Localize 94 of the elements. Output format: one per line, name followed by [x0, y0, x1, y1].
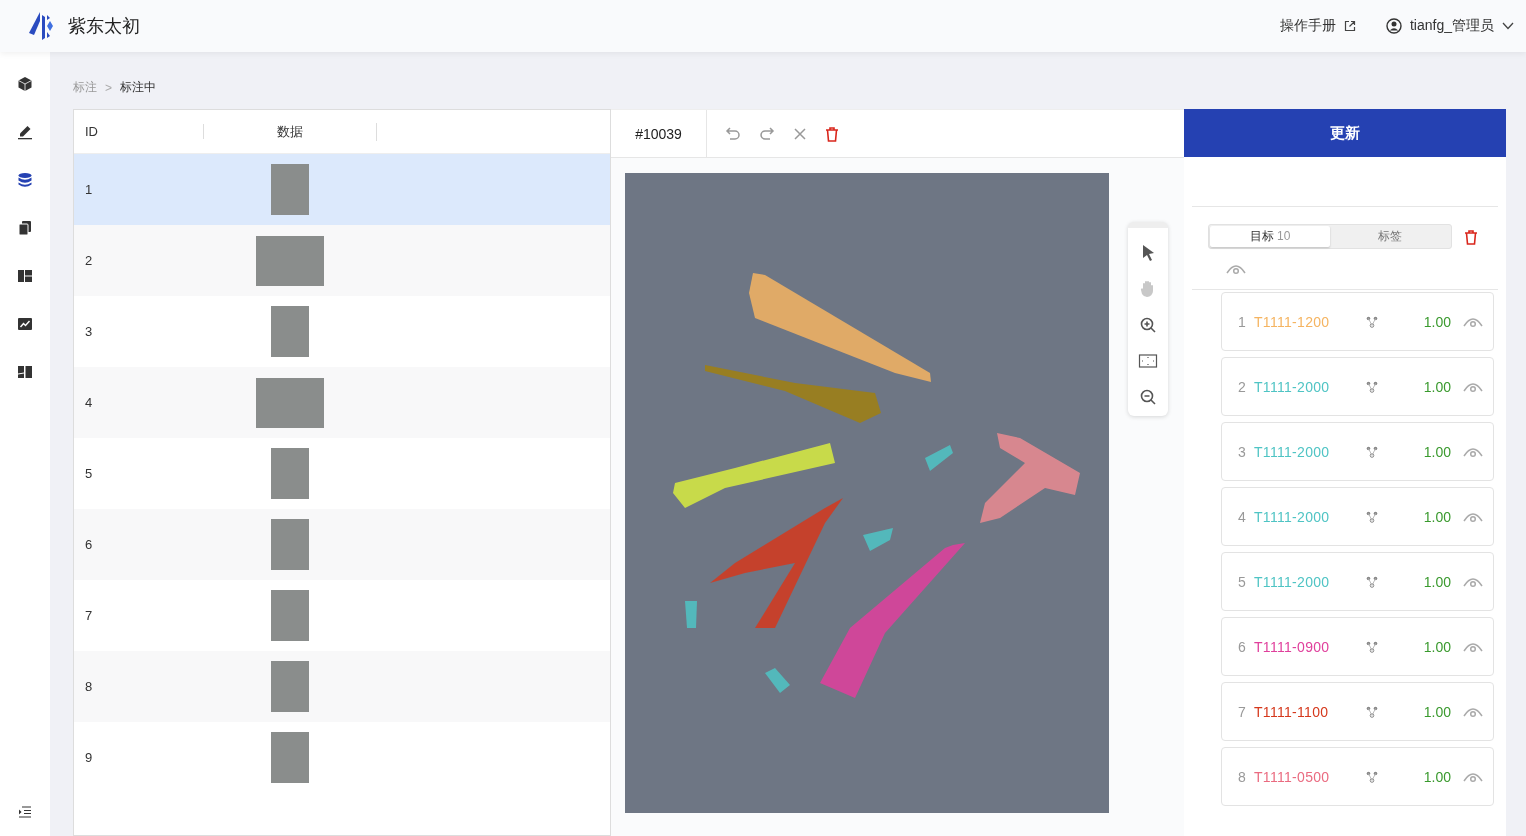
table-cell-text: 5	[84, 466, 94, 481]
panels-icon	[17, 364, 33, 380]
table-cell-text: 1	[84, 182, 94, 197]
object-label: T1111-0900	[1254, 638, 1331, 655]
column-header: 数据	[204, 122, 377, 141]
eye-icon[interactable]	[1463, 705, 1483, 718]
user-menu[interactable]: tianfg_管理员	[1385, 17, 1514, 35]
object-index: 7	[1238, 703, 1247, 720]
table-row[interactable]: 5	[74, 438, 610, 509]
object-card[interactable]: 6 T1111-0900 1.00	[1221, 617, 1494, 676]
object-score: 1.00	[1423, 638, 1451, 655]
polygon-icon	[1366, 770, 1378, 783]
table-row[interactable]: 2	[74, 225, 610, 296]
object-index: 5	[1238, 573, 1247, 590]
eye-icon[interactable]	[1463, 770, 1483, 783]
object-label: T1111-2000	[1254, 378, 1331, 395]
object-index: 6	[1238, 638, 1247, 655]
table-cell-text: 7	[84, 608, 94, 623]
object-label: T1111-2000	[1254, 573, 1331, 590]
eye-icon[interactable]	[1463, 445, 1483, 458]
trash-icon[interactable]	[825, 125, 839, 142]
polygon-icon	[1366, 640, 1378, 653]
eye-icon[interactable]	[1463, 640, 1483, 653]
eye-icon[interactable]	[1463, 575, 1483, 588]
object-card[interactable]: 2 T1111-2000 1.00	[1221, 357, 1494, 416]
object-index: 2	[1238, 378, 1247, 395]
chart-icon	[17, 316, 33, 332]
layout-icon	[17, 268, 33, 284]
chevron-down-icon	[1502, 22, 1514, 30]
logo-icon	[26, 11, 56, 41]
object-score: 1.00	[1423, 443, 1451, 460]
object-score: 1.00	[1423, 768, 1451, 785]
object-card[interactable]: 3 T1111-2000 1.00	[1221, 422, 1494, 481]
database-icon	[17, 172, 33, 188]
object-index: 8	[1238, 768, 1247, 785]
column-header: ID	[74, 124, 204, 139]
polygon-icon	[1366, 705, 1378, 718]
close-icon[interactable]	[793, 125, 807, 142]
eye-icon[interactable]	[1463, 315, 1483, 328]
tab[interactable]: 目标 10	[1210, 226, 1330, 247]
pen-icon	[17, 124, 33, 140]
breadcrumb-item: 标注中	[120, 79, 156, 96]
object-label: T1111-0500	[1254, 768, 1331, 785]
tab[interactable]: 标签	[1330, 226, 1450, 247]
eye-icon[interactable]	[1463, 380, 1483, 393]
undo-icon[interactable]	[725, 125, 741, 142]
table-cell-text: 4	[84, 395, 94, 410]
object-card[interactable]: 5 T1111-2000 1.00	[1221, 552, 1494, 611]
object-score: 1.00	[1423, 573, 1451, 590]
table-row[interactable]: 6	[74, 509, 610, 580]
table-row[interactable]: 8	[74, 651, 610, 722]
object-label: T1111-1200	[1254, 313, 1331, 330]
table-cell-text: 9	[84, 750, 94, 765]
table-row[interactable]: 1	[74, 154, 610, 225]
polygon-icon	[1366, 445, 1378, 458]
brand-name: 紫东太初	[68, 15, 140, 38]
object-index: 1	[1238, 313, 1247, 330]
copy-icon	[17, 220, 33, 236]
object-card[interactable]: 4 T1111-2000 1.00	[1221, 487, 1494, 546]
object-score: 1.00	[1423, 313, 1451, 330]
polygon-icon	[1366, 510, 1378, 523]
object-label: T1111-1100	[1254, 703, 1330, 720]
table-row[interactable]: 9	[74, 722, 610, 793]
external-link-icon	[1343, 20, 1356, 32]
polygon-icon	[1366, 575, 1378, 588]
table-cell-text: 3	[84, 324, 94, 339]
user-avatar-icon	[1385, 18, 1402, 34]
eye-icon[interactable]	[1226, 263, 1246, 275]
object-index: 3	[1238, 443, 1247, 460]
table-row[interactable]: 7	[74, 580, 610, 651]
breadcrumb-separator: >	[105, 80, 112, 95]
table-row[interactable]: 4	[74, 367, 610, 438]
object-label: T1111-2000	[1254, 508, 1331, 525]
redo-icon[interactable]	[759, 125, 775, 142]
trash-icon[interactable]	[1464, 228, 1478, 245]
object-card[interactable]: 8 T1111-0500 1.00	[1221, 747, 1494, 806]
table-cell-text: 2	[84, 253, 94, 268]
eye-icon[interactable]	[1463, 510, 1483, 523]
table-row[interactable]: 3	[74, 296, 610, 367]
manual-link[interactable]: 操作手册	[1279, 17, 1356, 35]
object-index: 4	[1238, 508, 1247, 525]
update-button[interactable]: 更新	[1184, 109, 1506, 157]
object-score: 1.00	[1423, 703, 1451, 720]
polygon-icon	[1366, 380, 1378, 393]
object-card[interactable]: 7 T1111-1100 1.00	[1221, 682, 1494, 741]
cube-icon	[17, 76, 33, 92]
table-cell-text: 6	[84, 537, 94, 552]
object-score: 1.00	[1423, 508, 1451, 525]
object-score: 1.00	[1423, 378, 1451, 395]
table-cell-text: 8	[84, 679, 94, 694]
object-card[interactable]: 1 T1111-1200 1.00	[1221, 292, 1494, 351]
item-id: #10039	[611, 110, 707, 157]
object-label: T1111-2000	[1254, 443, 1331, 460]
polygon-icon	[1366, 315, 1378, 328]
